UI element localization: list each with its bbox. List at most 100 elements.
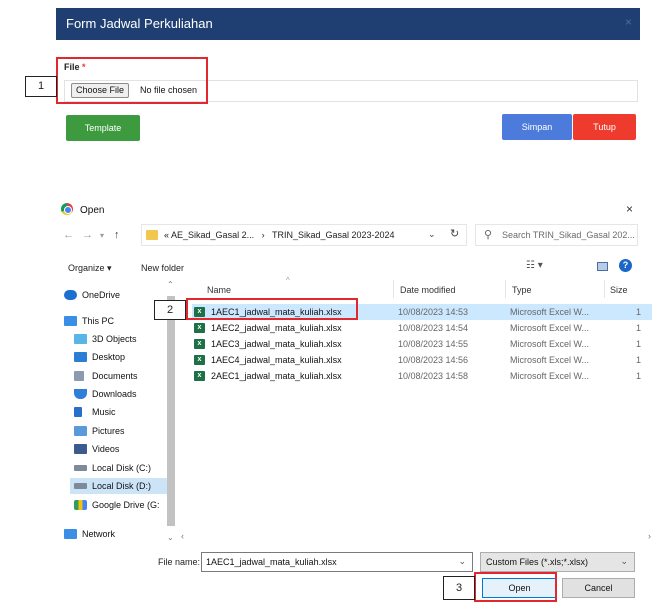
nav-item-network[interactable]: Network: [64, 526, 115, 542]
view-options-icon[interactable]: ☷ ▾: [526, 260, 543, 271]
nav-item-local-disk-c[interactable]: Local Disk (C:): [74, 460, 151, 476]
cloud-icon: [64, 290, 77, 300]
nav-item-music[interactable]: Music: [74, 404, 116, 420]
up-arrow-icon[interactable]: ↑: [114, 229, 120, 241]
simpan-button[interactable]: Simpan: [502, 114, 572, 140]
highlight-selected-file: [186, 298, 358, 320]
organize-menu[interactable]: Organize ▾: [68, 263, 112, 274]
file-name-label: File name:: [158, 557, 201, 567]
preview-pane-icon[interactable]: [597, 262, 608, 271]
chevron-down-icon: ⌄: [620, 556, 628, 566]
nav-item-label: Local Disk (C:): [92, 463, 152, 473]
desktop-icon: [74, 352, 87, 362]
nav-scrollbar-thumb[interactable]: [167, 296, 175, 526]
file-date: 10/08/2023 14:54: [398, 323, 469, 333]
breadcrumb-overflow[interactable]: «: [164, 230, 169, 240]
nav-item-label: Downloads: [92, 389, 137, 399]
scroll-right-icon[interactable]: ›: [648, 531, 651, 541]
file-size: 1: [636, 323, 642, 333]
file-type: Microsoft Excel W...: [510, 339, 590, 349]
file-name: 1AEC2_jadwal_mata_kuliah.xlsx: [211, 323, 342, 333]
download-icon: [74, 389, 87, 399]
template-button[interactable]: Template: [66, 115, 140, 141]
cancel-button[interactable]: Cancel: [562, 578, 635, 598]
breadcrumb: « AE_Sikad_Gasal 2... › TRIN_Sikad_Gasal…: [164, 230, 395, 240]
scroll-up-icon[interactable]: ⌃: [167, 280, 174, 289]
help-icon[interactable]: ?: [619, 259, 632, 272]
address-bar[interactable]: « AE_Sikad_Gasal 2... › TRIN_Sikad_Gasal…: [141, 224, 467, 246]
close-icon[interactable]: ×: [625, 15, 632, 29]
forward-arrow-icon[interactable]: →: [82, 229, 93, 241]
file-date: 10/08/2023 14:55: [398, 339, 469, 349]
column-divider[interactable]: [393, 280, 394, 298]
column-divider[interactable]: [505, 280, 506, 298]
file-size: 1: [636, 307, 642, 317]
column-size[interactable]: Size: [610, 285, 628, 295]
step-3-marker: 3: [443, 576, 475, 600]
nav-item-downloads[interactable]: Downloads: [74, 386, 137, 402]
nav-item-google-drive[interactable]: Google Drive (G:: [74, 497, 160, 513]
scroll-left-icon[interactable]: ‹: [181, 531, 184, 541]
refresh-icon[interactable]: ↻: [450, 227, 459, 240]
drive-icon: [74, 483, 87, 489]
nav-item-label: Google Drive (G:: [92, 500, 160, 510]
nav-item-label: Network: [82, 529, 116, 539]
network-icon: [64, 529, 77, 539]
address-dropdown-icon[interactable]: ⌄: [428, 229, 436, 240]
nav-item-videos[interactable]: Videos: [74, 441, 119, 457]
scroll-down-icon[interactable]: ⌄: [167, 533, 174, 542]
file-type-filter[interactable]: Custom Files (*.xls;*.xlsx) ⌄: [480, 552, 635, 572]
highlight-file-input: [56, 57, 208, 104]
breadcrumb-segment[interactable]: AE_Sikad_Gasal 2...: [171, 230, 254, 240]
file-row[interactable]: x 1AEC3_jadwal_mata_kuliah.xlsx 10/08/20…: [192, 336, 652, 352]
column-type[interactable]: Type: [512, 285, 532, 295]
tutup-button[interactable]: Tutup: [573, 114, 636, 140]
nav-item-label: Desktop: [92, 352, 126, 362]
column-date-modified[interactable]: Date modified: [400, 285, 456, 295]
file-type: Microsoft Excel W...: [510, 355, 590, 365]
search-icon: ⚲: [484, 229, 493, 241]
form-title: Form Jadwal Perkuliahan: [66, 16, 213, 31]
nav-item-desktop[interactable]: Desktop: [74, 349, 125, 365]
back-arrow-icon[interactable]: ←: [63, 229, 74, 241]
file-row[interactable]: x 1AEC4_jadwal_mata_kuliah.xlsx 10/08/20…: [192, 352, 652, 368]
cube-icon: [74, 334, 87, 344]
nav-item-label: Music: [92, 407, 116, 417]
excel-file-icon: x: [194, 323, 205, 333]
nav-item-label: OneDrive: [82, 290, 121, 300]
new-folder-button[interactable]: New folder: [141, 263, 184, 273]
chrome-icon: [61, 203, 73, 215]
nav-item-label: Local Disk (D:): [92, 481, 152, 491]
file-row[interactable]: x 2AEC1_jadwal_mata_kuliah.xlsx 10/08/20…: [192, 368, 652, 384]
excel-file-icon: x: [194, 355, 205, 365]
nav-item-this-pc[interactable]: This PC: [64, 313, 114, 329]
nav-item-label: Pictures: [92, 426, 125, 436]
search-input[interactable]: ⚲ Search TRIN_Sikad_Gasal 202...: [475, 224, 638, 246]
breadcrumb-segment[interactable]: TRIN_Sikad_Gasal 2023-2024: [272, 230, 395, 240]
file-name: 1AEC3_jadwal_mata_kuliah.xlsx: [211, 339, 342, 349]
file-row[interactable]: x 1AEC2_jadwal_mata_kuliah.xlsx 10/08/20…: [192, 320, 652, 336]
chevron-down-icon[interactable]: ⌄: [458, 556, 466, 567]
dialog-close-icon[interactable]: ×: [626, 202, 633, 216]
drive-icon: [74, 465, 87, 471]
nav-item-3d-objects[interactable]: 3D Objects: [74, 331, 137, 347]
file-type: Microsoft Excel W...: [510, 371, 590, 381]
excel-file-icon: x: [194, 371, 205, 381]
step-1-marker: 1: [25, 76, 57, 97]
file-size: 1: [636, 339, 642, 349]
breadcrumb-separator: ›: [261, 230, 265, 240]
recent-chevron-icon[interactable]: ▾: [100, 231, 104, 240]
file-date: 10/08/2023 14:58: [398, 371, 469, 381]
file-name-value: 1AEC1_jadwal_mata_kuliah.xlsx: [206, 557, 337, 567]
nav-item-documents[interactable]: Documents: [74, 368, 138, 384]
column-divider[interactable]: [604, 280, 605, 298]
file-size: 1: [636, 355, 642, 365]
file-date: 10/08/2023 14:53: [398, 307, 469, 317]
column-name[interactable]: Name: [207, 285, 231, 295]
file-name-input[interactable]: 1AEC1_jadwal_mata_kuliah.xlsx ⌄: [201, 552, 473, 572]
nav-item-pictures[interactable]: Pictures: [74, 423, 125, 439]
computer-icon: [64, 316, 77, 326]
excel-file-icon: x: [194, 339, 205, 349]
nav-item-onedrive[interactable]: OneDrive: [64, 287, 120, 303]
nav-item-local-disk-d[interactable]: Local Disk (D:): [70, 478, 170, 494]
